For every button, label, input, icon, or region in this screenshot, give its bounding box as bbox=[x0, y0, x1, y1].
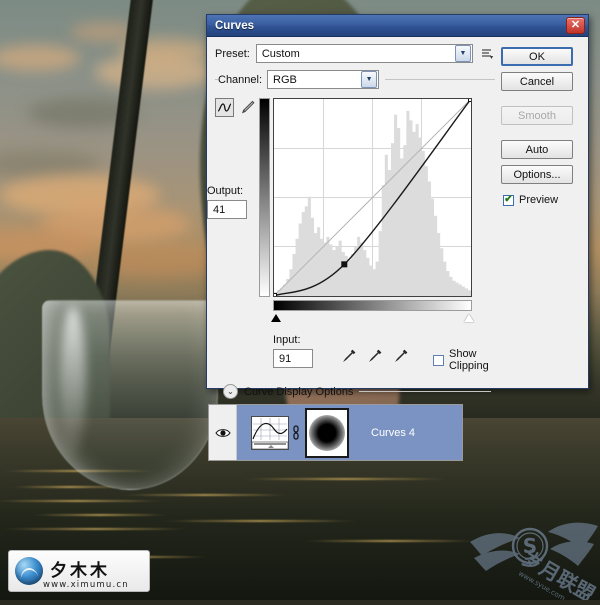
curve-graph[interactable] bbox=[259, 98, 475, 326]
output-gradient-bar bbox=[259, 98, 270, 297]
input-label: Input: bbox=[273, 334, 301, 346]
show-clipping-row[interactable]: Show Clipping bbox=[432, 348, 495, 372]
glass-highlight bbox=[60, 306, 86, 456]
layers-panel: Curves 4 bbox=[208, 404, 463, 461]
wave-streak bbox=[160, 520, 360, 522]
preset-value: Custom bbox=[261, 47, 300, 60]
input-field[interactable]: 91 bbox=[273, 349, 313, 368]
curves-dialog: Curves ✕ Preset: Custom ▼ Channel: RGB ▼… bbox=[206, 14, 589, 399]
eye-icon bbox=[214, 428, 231, 437]
wave-streak bbox=[30, 514, 170, 516]
watermark-left-url: www.ximumu.cn bbox=[43, 580, 129, 590]
set-gray-point-eyedropper[interactable] bbox=[367, 348, 383, 364]
preset-label: Preset: bbox=[215, 47, 250, 60]
check-icon: ✔ bbox=[504, 194, 513, 205]
layer-visibility-toggle[interactable] bbox=[209, 405, 237, 460]
layer-mask-thumbnail[interactable] bbox=[305, 407, 349, 458]
wave-streak bbox=[0, 500, 165, 502]
curve-display-options-row[interactable]: ⌄ Curve Display Options bbox=[223, 384, 495, 399]
show-clipping-label: Show Clipping bbox=[448, 348, 489, 372]
output-label: Output: bbox=[207, 185, 244, 197]
preset-select[interactable]: Custom ▼ bbox=[255, 44, 473, 63]
auto-button[interactable]: Auto bbox=[501, 140, 573, 159]
ok-button[interactable]: OK bbox=[501, 47, 573, 66]
smooth-button: Smooth bbox=[501, 106, 573, 125]
input-row: Input: 91 Show Clipping bbox=[273, 334, 495, 372]
dialog-title: Curves bbox=[215, 19, 254, 32]
wave-streak bbox=[240, 478, 450, 480]
wave-streak bbox=[300, 540, 480, 542]
white-point-slider[interactable] bbox=[464, 314, 474, 322]
black-point-slider[interactable] bbox=[271, 314, 281, 322]
chevron-down-icon[interactable]: ⌄ bbox=[223, 384, 238, 399]
channel-label: Channel: bbox=[218, 73, 263, 86]
preview-checkbox[interactable]: ✔ bbox=[503, 194, 514, 206]
layer-row[interactable]: Curves 4 bbox=[237, 405, 462, 460]
options-button[interactable]: Options... bbox=[501, 165, 573, 184]
output-field[interactable]: 41 bbox=[207, 200, 247, 219]
close-icon[interactable]: ✕ bbox=[566, 17, 585, 34]
preset-menu-icon[interactable] bbox=[479, 47, 495, 60]
dialog-titlebar[interactable]: Curves ✕ bbox=[207, 15, 588, 37]
input-gradient-bar bbox=[273, 300, 472, 311]
chevron-down-icon[interactable]: ▼ bbox=[361, 71, 378, 88]
black-white-point-sliders[interactable] bbox=[271, 314, 474, 324]
mask-gradient bbox=[309, 414, 345, 451]
cancel-button[interactable]: Cancel bbox=[501, 72, 573, 91]
set-black-point-eyedropper[interactable] bbox=[341, 348, 357, 364]
watermark-left: 夕木木 www.ximumu.cn bbox=[8, 550, 150, 592]
set-white-point-eyedropper[interactable] bbox=[393, 348, 409, 364]
curve-tool-icon[interactable] bbox=[215, 98, 234, 117]
link-layers-icon[interactable] bbox=[289, 424, 303, 441]
preview-row[interactable]: ✔ Preview bbox=[503, 194, 582, 206]
output-group: Output: 41 bbox=[207, 185, 247, 219]
dialog-buttons: OK Cancel Smooth Auto Options... ✔ Previ… bbox=[501, 44, 582, 399]
curve-plot[interactable] bbox=[273, 98, 472, 297]
channel-value: RGB bbox=[273, 73, 297, 86]
curve-display-options-label: Curve Display Options bbox=[244, 385, 354, 398]
wave-streak bbox=[120, 494, 290, 496]
channel-row: Channel: RGB ▼ bbox=[215, 70, 495, 90]
watermark-left-text: 夕木木 bbox=[50, 560, 110, 581]
preset-row: Preset: Custom ▼ bbox=[215, 44, 495, 63]
globe-orb-icon bbox=[15, 557, 43, 585]
wave-streak bbox=[0, 528, 190, 530]
input-group: Input: 91 bbox=[273, 334, 319, 368]
section-divider bbox=[359, 391, 491, 392]
curves-thumbnail[interactable] bbox=[251, 415, 289, 450]
channel-select[interactable]: RGB ▼ bbox=[267, 70, 380, 89]
layer-name-label: Curves 4 bbox=[371, 426, 416, 439]
eyedropper-group bbox=[341, 348, 409, 364]
chevron-down-icon[interactable]: ▼ bbox=[455, 45, 471, 62]
preview-label: Preview bbox=[519, 194, 559, 206]
pencil-tool-icon[interactable] bbox=[238, 98, 257, 117]
show-clipping-checkbox[interactable] bbox=[432, 354, 444, 366]
curve-tools: Output: 41 bbox=[207, 98, 259, 326]
curve-svg bbox=[274, 99, 471, 296]
curve-editor: Output: 41 bbox=[207, 98, 495, 326]
